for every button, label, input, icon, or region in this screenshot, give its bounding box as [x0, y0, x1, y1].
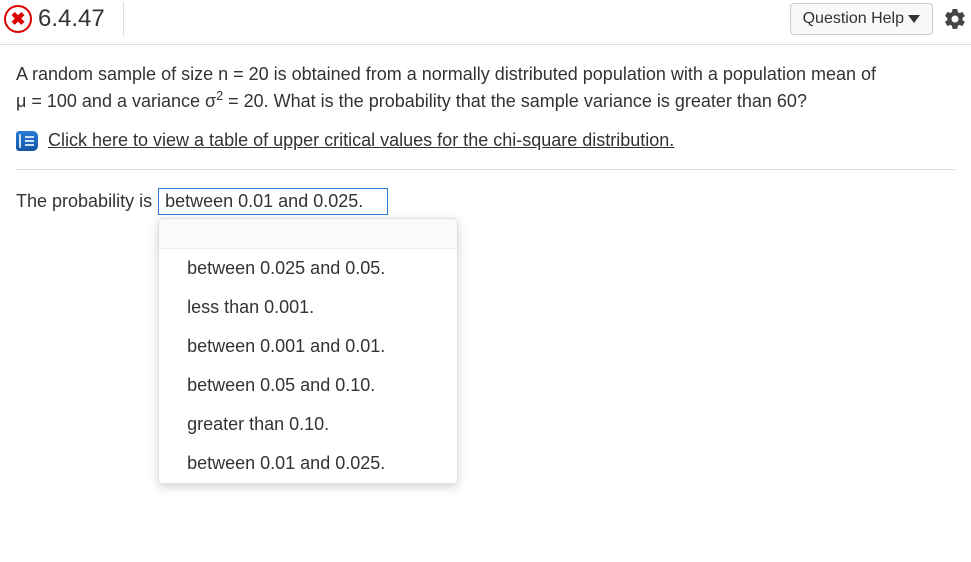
question-prompt: A random sample of size n = 20 is obtain…	[16, 61, 955, 114]
dropdown-option[interactable]: less than 0.001.	[159, 288, 457, 327]
chi-square-table-link[interactable]: Click here to view a table of upper crit…	[48, 130, 674, 151]
answer-label: The probability is	[16, 191, 152, 212]
dropdown-wrap: between 0.01 and 0.025. between 0.025 an…	[158, 188, 388, 215]
caret-down-icon	[908, 15, 920, 23]
header-right: Question Help	[790, 3, 967, 35]
answer-dropdown: between 0.025 and 0.05. less than 0.001.…	[158, 218, 458, 484]
divider	[16, 169, 955, 170]
content-area: A random sample of size n = 20 is obtain…	[0, 45, 971, 215]
dropdown-header	[159, 219, 457, 249]
prompt-line2a: μ = 100 and a variance σ	[16, 91, 216, 111]
help-label: Question Help	[803, 10, 904, 28]
dropdown-option[interactable]: greater than 0.10.	[159, 405, 457, 444]
dropdown-option[interactable]: between 0.05 and 0.10.	[159, 366, 457, 405]
question-header: ✖ 6.4.47 Question Help	[0, 0, 971, 45]
question-help-button[interactable]: Question Help	[790, 3, 933, 35]
reference-link-row: Click here to view a table of upper crit…	[16, 130, 955, 151]
answer-row: The probability is between 0.01 and 0.02…	[16, 188, 955, 215]
prompt-line1: A random sample of size n = 20 is obtain…	[16, 64, 876, 84]
dropdown-option[interactable]: between 0.001 and 0.01.	[159, 327, 457, 366]
answer-select[interactable]: between 0.01 and 0.025.	[158, 188, 388, 215]
dropdown-option[interactable]: between 0.01 and 0.025.	[159, 444, 457, 483]
incorrect-status-icon: ✖	[4, 5, 32, 33]
book-icon	[16, 131, 38, 151]
question-number: 6.4.47	[38, 2, 124, 36]
x-icon: ✖	[10, 10, 25, 28]
dropdown-option[interactable]: between 0.025 and 0.05.	[159, 249, 457, 288]
gear-icon[interactable]	[943, 7, 967, 31]
header-left: ✖ 6.4.47	[4, 2, 124, 36]
prompt-line2b: = 20. What is the probability that the s…	[223, 91, 807, 111]
